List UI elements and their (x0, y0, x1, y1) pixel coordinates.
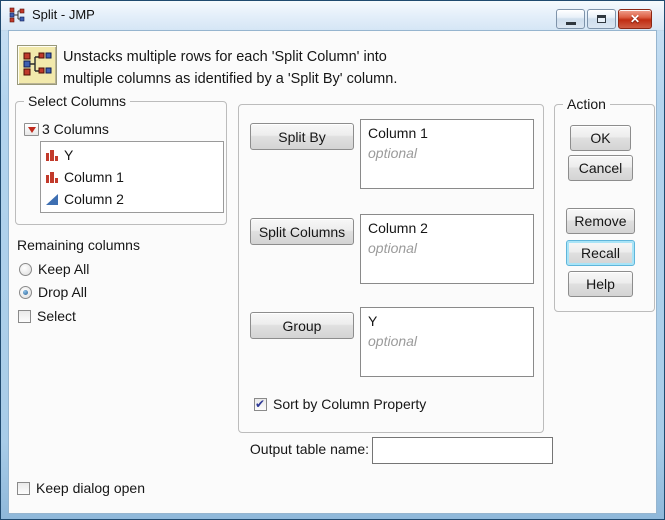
group-list[interactable]: Y optional (360, 307, 534, 377)
split-columns-list[interactable]: Column 2 optional (360, 214, 534, 284)
dialog-description: Unstacks multiple rows for each 'Split C… (63, 46, 397, 90)
action-group-title: Action (563, 96, 610, 112)
continuous-column-icon (45, 192, 59, 206)
keep-dialog-open-label: Keep dialog open (36, 480, 145, 496)
cancel-button[interactable]: Cancel (568, 155, 633, 181)
minimize-button[interactable] (556, 9, 585, 29)
group-button-label: Group (283, 318, 322, 334)
action-group: Action OK Cancel Remove Recall Help (554, 104, 655, 312)
column-list[interactable]: Y Column 1 Column 2 (40, 141, 224, 213)
cancel-button-label: Cancel (579, 160, 623, 176)
maximize-icon (597, 15, 606, 23)
radio-label: Keep All (38, 261, 89, 277)
ok-button[interactable]: OK (570, 125, 631, 151)
column-name: Column 1 (64, 169, 124, 185)
remaining-columns-label: Remaining columns (17, 237, 140, 253)
sort-checkbox-label: Sort by Column Property (273, 396, 426, 412)
radio-drop-all[interactable]: Drop All (19, 284, 87, 300)
window-controls: ✕ (556, 9, 652, 29)
split-columns-value: Column 2 (368, 218, 526, 238)
recall-button[interactable]: Recall (566, 240, 635, 266)
help-button[interactable]: Help (568, 271, 633, 297)
list-item[interactable]: Column 1 (45, 166, 219, 188)
checkbox-label: Select (37, 308, 76, 324)
checkbox-icon[interactable] (17, 482, 30, 495)
group-button[interactable]: Group (250, 312, 354, 339)
close-icon: ✕ (630, 13, 640, 25)
maximize-button[interactable] (587, 9, 616, 29)
split-diagram-icon (21, 49, 53, 81)
radio-keep-all[interactable]: Keep All (19, 261, 89, 277)
output-table-name-input[interactable] (372, 437, 553, 464)
remove-button-label: Remove (574, 213, 626, 229)
column-name: Y (64, 147, 73, 163)
description-line2: multiple columns as identified by a 'Spl… (63, 68, 397, 90)
minimize-icon (566, 22, 576, 25)
split-by-button[interactable]: Split By (250, 123, 354, 150)
app-split-icon (9, 7, 26, 24)
select-checkbox-row[interactable]: Select (18, 308, 76, 324)
group-optional-hint: optional (368, 331, 526, 351)
split-by-list[interactable]: Column 1 optional (360, 119, 534, 189)
nominal-column-icon (45, 148, 59, 162)
help-button-label: Help (586, 276, 615, 292)
radio-label: Drop All (38, 284, 87, 300)
titlebar: Split - JMP ✕ (1, 1, 664, 31)
remove-button[interactable]: Remove (566, 208, 635, 234)
radio-selected-icon[interactable] (19, 286, 32, 299)
split-columns-button-label: Split Columns (259, 224, 345, 240)
assignment-panel: Split By Column 1 optional Split Columns… (238, 104, 544, 433)
description-line1: Unstacks multiple rows for each 'Split C… (63, 46, 397, 68)
close-button[interactable]: ✕ (618, 9, 652, 29)
column-name: Column 2 (64, 191, 124, 207)
radio-icon[interactable] (19, 263, 32, 276)
recall-button-label: Recall (581, 245, 620, 261)
split-columns-optional-hint: optional (368, 238, 526, 258)
red-triangle-menu-button[interactable] (24, 123, 39, 136)
nominal-column-icon (45, 170, 59, 184)
split-by-optional-hint: optional (368, 143, 526, 163)
split-description-icon (17, 45, 57, 85)
window-title: Split - JMP (32, 7, 95, 22)
list-item[interactable]: Y (45, 144, 219, 166)
split-by-button-label: Split By (278, 129, 325, 145)
split-columns-button[interactable]: Split Columns (250, 218, 354, 245)
output-table-name-label: Output table name: (233, 441, 369, 457)
dialog-client-area: Unstacks multiple rows for each 'Split C… (8, 30, 657, 514)
remaining-columns-text: Remaining columns (17, 237, 140, 253)
list-item[interactable]: Column 2 (45, 188, 219, 210)
split-dialog-window: Split - JMP ✕ Unstacks multiple rows for… (0, 0, 665, 520)
split-by-value: Column 1 (368, 123, 526, 143)
sort-by-column-property-row[interactable]: Sort by Column Property (254, 396, 426, 412)
ok-button-label: OK (590, 130, 610, 146)
keep-dialog-open-row[interactable]: Keep dialog open (17, 480, 145, 496)
select-columns-group: Select Columns 3 Columns Y Column 1 (15, 101, 227, 225)
group-value: Y (368, 311, 526, 331)
red-triangle-icon (28, 127, 36, 133)
select-columns-title: Select Columns (24, 93, 130, 109)
column-count-label: 3 Columns (42, 121, 109, 137)
checkbox-icon[interactable] (18, 310, 31, 323)
checked-checkbox-icon[interactable] (254, 398, 267, 411)
